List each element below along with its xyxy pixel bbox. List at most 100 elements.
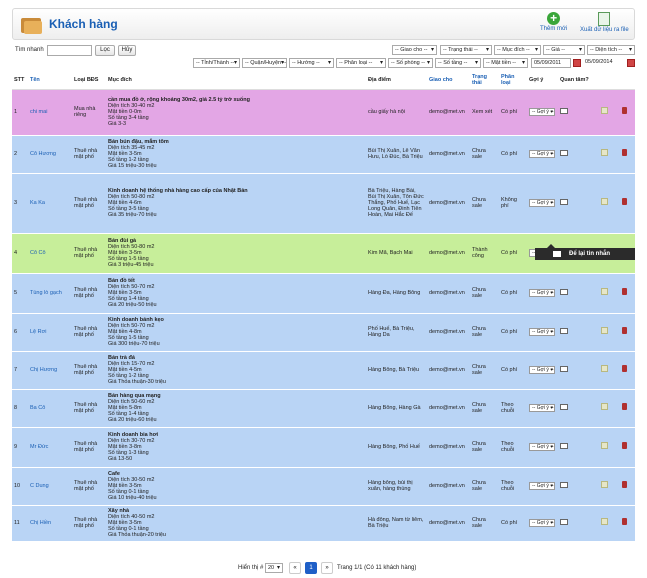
cancel-button[interactable]: Hủy — [118, 45, 136, 56]
page-1-button[interactable]: 1 — [305, 562, 317, 574]
edit-icon[interactable] — [601, 288, 608, 296]
delete-icon[interactable] — [622, 442, 627, 450]
edit-icon[interactable] — [601, 198, 608, 206]
col-category[interactable]: Phân loại — [499, 72, 527, 90]
address-cell: Hà đông, Nam từ liêm, Bà Triệu — [366, 505, 427, 542]
customer-name-link[interactable]: Mr Đức — [28, 427, 72, 468]
calendar-icon[interactable] — [627, 59, 635, 67]
col-delete — [620, 72, 635, 90]
frontage-filter[interactable]: -- Mặt tiền -- — [483, 58, 528, 68]
message-icon[interactable] — [560, 442, 568, 449]
quick-search-input[interactable] — [47, 45, 92, 56]
delete-icon[interactable] — [622, 481, 627, 489]
edit-icon[interactable] — [601, 149, 608, 157]
purpose-detail: Giá Thỏa thuận-30 triệu — [108, 379, 166, 386]
rooms-filter[interactable]: -- Số phòng -- — [388, 58, 433, 68]
row-stt: 10 — [12, 467, 28, 506]
date-to-input[interactable]: 05/09/2014 — [583, 58, 623, 68]
delete-icon[interactable] — [622, 365, 627, 373]
col-assign[interactable]: Giao cho — [427, 72, 470, 90]
assign-cell: demo@met.vn — [427, 467, 470, 506]
message-icon[interactable] — [560, 518, 568, 525]
delete-icon[interactable] — [622, 403, 627, 411]
filter-button[interactable]: Lọc — [95, 45, 115, 56]
delete-icon[interactable] — [622, 288, 627, 296]
suggest-select[interactable]: -- Gợi ý -- — [529, 328, 555, 336]
customer-name-link[interactable]: Tùng lò gạch — [28, 273, 72, 314]
message-icon[interactable] — [560, 198, 568, 205]
delete-icon[interactable] — [622, 198, 627, 206]
message-icon[interactable] — [560, 481, 568, 488]
floors-filter[interactable]: -- Số tầng -- — [435, 58, 481, 68]
customer-name-link[interactable]: Cô Cô — [28, 233, 72, 274]
date-from-input[interactable]: 05/09/2011 — [531, 58, 571, 68]
suggest-select[interactable]: -- Gợi ý -- — [529, 108, 555, 116]
delete-cell — [620, 135, 635, 174]
edit-icon[interactable] — [601, 518, 608, 526]
purpose-filter[interactable]: -- Mục đích -- — [494, 45, 541, 55]
prev-page-button[interactable]: « — [289, 562, 301, 574]
status-cell: Thành công — [470, 233, 499, 274]
suggest-select[interactable]: -- Gợi ý -- — [529, 443, 555, 451]
category-cell: Có phí — [499, 233, 527, 274]
suggest-select[interactable]: -- Gợi ý -- — [529, 404, 555, 412]
address-cell: Hàng bông, bùi thị xuân, hàng thùng — [366, 467, 427, 506]
message-icon[interactable] — [560, 365, 568, 372]
category-cell: Không phí — [499, 173, 527, 234]
next-page-button[interactable]: » — [321, 562, 333, 574]
edit-icon[interactable] — [601, 403, 608, 411]
table-row: 2 Cô Hương Thuê nhà mặt phố Bán bún đậu, mắ… — [12, 135, 635, 174]
interest-cell — [558, 351, 599, 390]
suggest-select[interactable]: -- Gợi ý -- — [529, 482, 555, 490]
edit-icon[interactable] — [601, 107, 608, 115]
delete-icon[interactable] — [622, 327, 627, 335]
message-icon[interactable] — [560, 107, 568, 114]
customer-name-link[interactable]: chi mai — [28, 89, 72, 136]
add-new-button[interactable]: + Thêm mới — [540, 12, 567, 33]
edit-icon[interactable] — [601, 442, 608, 450]
suggest-select[interactable]: -- Gợi ý -- — [529, 366, 555, 374]
per-page-select[interactable]: 20 — [265, 563, 283, 573]
interest-cell — [558, 467, 599, 506]
property-type: Mua nhà riêng — [72, 89, 106, 136]
edit-icon[interactable] — [601, 327, 608, 335]
delete-icon[interactable] — [622, 107, 627, 115]
customer-name-link[interactable]: Ba Cô — [28, 389, 72, 428]
delete-icon[interactable] — [622, 149, 627, 157]
area-filter[interactable]: -- Diện tích -- — [587, 45, 635, 55]
col-address: Địa điểm — [366, 72, 427, 90]
assign-cell: demo@met.vn — [427, 135, 470, 174]
customer-name-link[interactable]: Cô Hương — [28, 135, 72, 174]
export-button[interactable]: Xuất dữ liệu ra file — [580, 12, 629, 33]
suggest-cell: -- Gợi ý -- — [527, 173, 558, 234]
col-status[interactable]: Trạng thái — [470, 72, 499, 90]
customer-name-link[interactable]: Lệ Rơi — [28, 313, 72, 352]
message-icon[interactable] — [560, 149, 568, 156]
col-name[interactable]: Tên — [28, 72, 72, 90]
suggest-select[interactable]: -- Gợi ý -- — [529, 289, 555, 297]
edit-icon[interactable] — [601, 365, 608, 373]
direction-filter[interactable]: -- Hướng -- — [289, 58, 334, 68]
suggest-select[interactable]: -- Gợi ý -- — [529, 519, 555, 527]
calendar-icon[interactable] — [573, 59, 581, 67]
edit-icon[interactable] — [601, 481, 608, 489]
suggest-cell: -- Gợi ý -- — [527, 389, 558, 428]
suggest-select[interactable]: -- Gợi ý -- — [529, 199, 555, 207]
province-filter[interactable]: -- Tỉnh/Thành -- — [193, 58, 240, 68]
edit-cell — [599, 389, 620, 428]
district-filter[interactable]: -- Quận/Huyện -- — [242, 58, 287, 68]
category-filter[interactable]: -- Phân loại -- — [336, 58, 386, 68]
price-filter[interactable]: -- Giá -- — [543, 45, 585, 55]
assign-filter[interactable]: -- Giao cho -- — [392, 45, 437, 55]
message-icon[interactable] — [560, 327, 568, 334]
message-icon[interactable] — [560, 403, 568, 410]
customer-name-link[interactable]: C Dung — [28, 467, 72, 506]
message-icon[interactable] — [560, 288, 568, 295]
customer-name-link[interactable]: Chị Hương — [28, 351, 72, 390]
property-type: Thuê nhà mặt phố — [72, 505, 106, 542]
customer-name-link[interactable]: Ka Ka — [28, 173, 72, 234]
status-filter[interactable]: -- Trạng thái -- — [440, 45, 492, 55]
customer-name-link[interactable]: Chị Hiền — [28, 505, 72, 542]
suggest-select[interactable]: -- Gợi ý -- — [529, 150, 555, 158]
delete-icon[interactable] — [622, 518, 627, 526]
